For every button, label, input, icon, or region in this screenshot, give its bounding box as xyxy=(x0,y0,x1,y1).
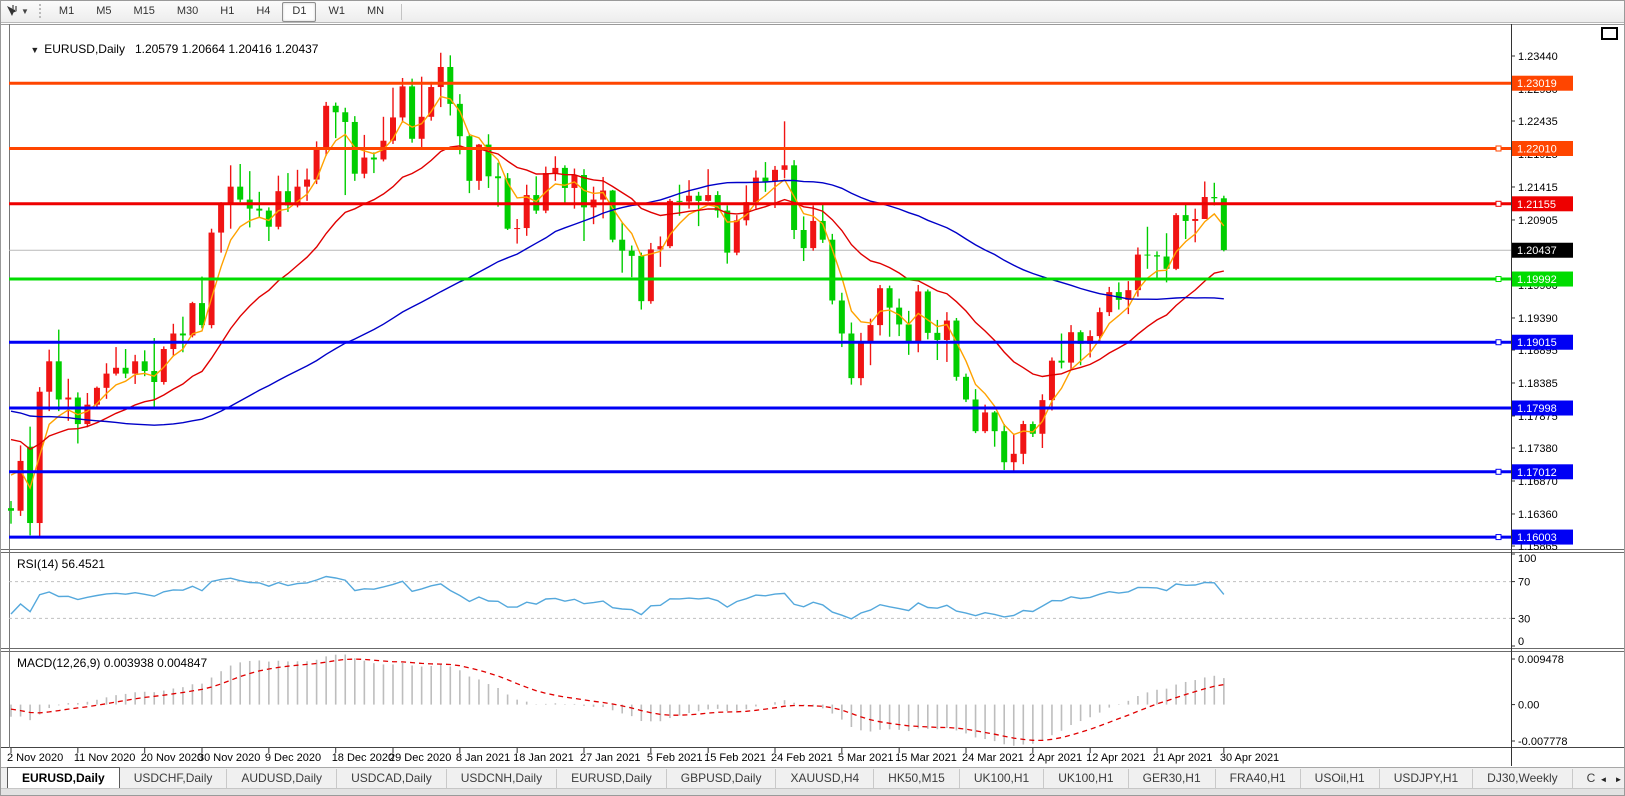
line-handle[interactable] xyxy=(1496,340,1501,345)
chart-tab-FRA40-H1[interactable]: FRA40,H1 xyxy=(1216,769,1301,788)
price-level-label[interactable]: 1.17012 xyxy=(1512,464,1573,479)
svg-text:1.16003: 1.16003 xyxy=(1517,532,1557,544)
trading-terminal-window: ▼ M1M5M15M30H1H4D1W1MN 1.234401.229301.2… xyxy=(0,0,1625,796)
date-axis-tick: 2 Nov 2020 xyxy=(7,752,63,764)
price-level-label[interactable]: 1.19992 xyxy=(1512,272,1573,287)
svg-text:1.23019: 1.23019 xyxy=(1517,78,1557,90)
chart-title: ▼ EURUSD,Daily 1.20579 1.20664 1.20416 1.2… xyxy=(17,28,318,70)
restore-window-icon[interactable] xyxy=(1601,27,1618,40)
macd-axis-tick: -0.007778 xyxy=(1518,736,1568,748)
chart-tab-UK100-H1[interactable]: UK100,H1 xyxy=(1044,769,1128,788)
date-axis-tick: 5 Mar 2021 xyxy=(838,752,894,764)
macd-indicator-label: MACD(12,26,9) 0.003938 0.004847 xyxy=(17,656,207,670)
line-handle[interactable] xyxy=(1496,277,1501,282)
chart-ohlc-values: 1.20579 1.20664 1.20416 1.20437 xyxy=(135,42,319,56)
date-axis-tick: 24 Mar 2021 xyxy=(962,752,1024,764)
chart-tab-AUDUSD-Daily[interactable]: AUDUSD,Daily xyxy=(227,769,337,788)
svg-text:1.18385: 1.18385 xyxy=(1518,378,1558,390)
date-axis-tick: 15 Feb 2021 xyxy=(704,752,766,764)
chart-symbol-label: EURUSD,Daily xyxy=(44,42,125,56)
line-handle[interactable] xyxy=(1496,146,1501,151)
svg-text:1.19390: 1.19390 xyxy=(1518,313,1558,325)
svg-text:1.22435: 1.22435 xyxy=(1518,116,1558,128)
svg-text:1.20437: 1.20437 xyxy=(1517,245,1557,257)
date-axis-tick: 30 Apr 2021 xyxy=(1220,752,1279,764)
candlestick-chart[interactable]: 1.234401.229301.224351.219251.214151.209… xyxy=(1,1,1625,766)
rsi-indicator-label: RSI(14) 56.4521 xyxy=(17,557,105,571)
chart-tab-EURUSD-Daily[interactable]: EURUSD,Daily xyxy=(7,767,120,788)
svg-text:1.21155: 1.21155 xyxy=(1517,199,1556,211)
rsi-axis-tick: 100 xyxy=(1518,553,1536,565)
chart-tab-USDCNH-Daily[interactable]: USDCNH,Daily xyxy=(447,769,557,788)
price-level-label[interactable]: 1.16003 xyxy=(1512,530,1573,545)
rsi-axis-tick: 0 xyxy=(1518,636,1524,648)
date-axis-tick: 29 Dec 2020 xyxy=(389,752,451,764)
date-axis-tick: 24 Feb 2021 xyxy=(771,752,833,764)
date-axis-tick: 30 Nov 2020 xyxy=(198,752,260,764)
rsi-axis-tick: 30 xyxy=(1518,613,1530,625)
svg-text:1.21415: 1.21415 xyxy=(1518,182,1558,194)
tabs-scroll-left-icon[interactable]: ◄ xyxy=(1596,771,1611,788)
date-axis-tick: 12 Apr 2021 xyxy=(1086,752,1145,764)
rsi-axis-tick: 70 xyxy=(1518,577,1530,589)
window-bottom-edge xyxy=(1,788,1625,796)
date-axis-tick: 18 Dec 2020 xyxy=(332,752,394,764)
chart-tab-GBPUSD-Daily[interactable]: GBPUSD,Daily xyxy=(667,769,777,788)
price-level-label[interactable]: 1.22010 xyxy=(1512,141,1573,156)
line-handle[interactable] xyxy=(1496,535,1501,540)
tabs-scroll-right-icon[interactable]: ► xyxy=(1611,771,1625,788)
chart-tab-USOil-H1[interactable]: USOil,H1 xyxy=(1301,769,1380,788)
svg-text:1.17998: 1.17998 xyxy=(1517,403,1557,415)
date-axis-tick: 18 Jan 2021 xyxy=(513,752,574,764)
chart-tab-CHINA300-H1[interactable]: CHINA300,H1 xyxy=(1573,769,1596,788)
chart-tab-EURUSD-Daily[interactable]: EURUSD,Daily xyxy=(557,769,667,788)
svg-text:1.19015: 1.19015 xyxy=(1517,337,1557,349)
date-axis-tick: 11 Nov 2020 xyxy=(74,752,136,764)
date-axis-tick: 21 Apr 2021 xyxy=(1153,752,1212,764)
price-level-label[interactable]: 1.17998 xyxy=(1512,401,1573,416)
svg-text:1.16360: 1.16360 xyxy=(1518,509,1558,521)
price-level-label[interactable]: 1.19015 xyxy=(1512,335,1573,350)
chart-tab-USDCAD-Daily[interactable]: USDCAD,Daily xyxy=(337,769,447,788)
svg-text:1.20905: 1.20905 xyxy=(1518,215,1558,227)
chart-tab-HK50-M15[interactable]: HK50,M15 xyxy=(874,769,960,788)
date-axis-tick: 27 Jan 2021 xyxy=(580,752,641,764)
svg-text:1.22010: 1.22010 xyxy=(1517,143,1557,155)
line-handle[interactable] xyxy=(1496,469,1501,474)
chart-tab-UK100-H1[interactable]: UK100,H1 xyxy=(960,769,1044,788)
macd-axis-tick: 0.00 xyxy=(1518,700,1539,712)
svg-text:1.17380: 1.17380 xyxy=(1518,443,1558,455)
chart-tab-GER30-H1[interactable]: GER30,H1 xyxy=(1129,769,1216,788)
chart-tab-USDJPY-H1[interactable]: USDJPY,H1 xyxy=(1380,769,1473,788)
date-axis-tick: 15 Mar 2021 xyxy=(895,752,957,764)
line-handle[interactable] xyxy=(1496,201,1501,206)
chart-tab-bar: EURUSD,DailyUSDCHF,DailyAUDUSD,DailyUSDC… xyxy=(1,767,1625,788)
price-level-label[interactable]: 1.23019 xyxy=(1512,76,1573,91)
svg-text:1.23440: 1.23440 xyxy=(1518,51,1558,63)
price-level-label[interactable]: 1.21155 xyxy=(1512,196,1573,211)
svg-text:1.19992: 1.19992 xyxy=(1517,274,1557,286)
symbol-dropdown-icon[interactable]: ▼ xyxy=(30,45,39,55)
date-axis-tick: 9 Dec 2020 xyxy=(265,752,321,764)
date-axis-tick: 5 Feb 2021 xyxy=(647,752,703,764)
date-axis-tick: 2 Apr 2021 xyxy=(1029,752,1082,764)
date-axis-tick: 8 Jan 2021 xyxy=(456,752,510,764)
macd-axis-tick: 0.009478 xyxy=(1518,654,1564,666)
svg-text:1.17012: 1.17012 xyxy=(1517,467,1557,479)
current-price-label[interactable]: 1.20437 xyxy=(1512,243,1573,258)
chart-tab-DJ30-Weekly[interactable]: DJ30,Weekly xyxy=(1473,769,1572,788)
chart-tab-USDCHF-Daily[interactable]: USDCHF,Daily xyxy=(120,769,228,788)
date-axis-tick: 20 Nov 2020 xyxy=(141,752,203,764)
chart-tabs: EURUSD,DailyUSDCHF,DailyAUDUSD,DailyUSDC… xyxy=(1,767,1596,788)
chart-tab-XAUUSD-H4[interactable]: XAUUSD,H4 xyxy=(776,769,874,788)
